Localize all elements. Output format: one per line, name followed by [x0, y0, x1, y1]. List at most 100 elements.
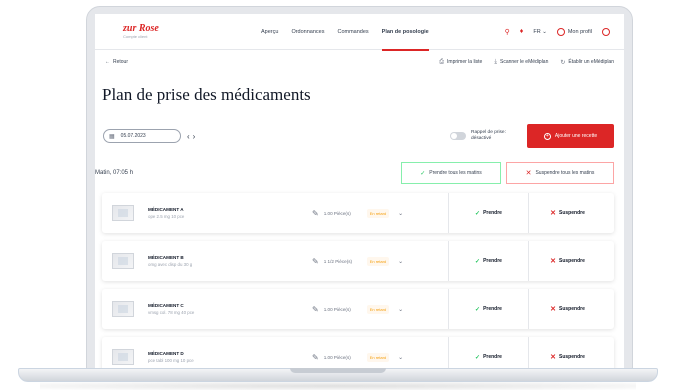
nav-ordonnances[interactable]: Ordonnances	[291, 14, 324, 50]
add-prescription-button[interactable]: + Ajouter une recette	[527, 124, 614, 148]
scan-emediplan-label: Scanner le eMédiplan	[500, 59, 549, 65]
medication-name: MÉDICAMENT B	[148, 255, 184, 260]
bell-icon[interactable]: ♦	[520, 28, 524, 35]
plus-circle-icon: +	[543, 132, 551, 140]
suspend-button[interactable]: ✕ Suspendre	[528, 241, 606, 281]
chevron-down-icon[interactable]: ⌄	[398, 210, 403, 217]
take-label: Prendre	[483, 354, 502, 360]
nav-right: ⚲ ♦ FR ⌄ Mon profil	[505, 27, 610, 36]
suspend-label: Suspendre	[559, 210, 585, 216]
download-icon: ⤓	[494, 58, 497, 65]
chevron-left-icon[interactable]: ‹	[187, 132, 190, 141]
suspend-button[interactable]: ✕ Suspendre	[528, 337, 606, 368]
nav-apercu[interactable]: Aperçu	[261, 14, 278, 50]
brand-logo[interactable]: zur Rose Compte client	[123, 23, 243, 40]
share-icon: ↻	[560, 59, 566, 66]
language-select[interactable]: FR ⌄	[533, 29, 546, 35]
status-badge: En retard	[366, 304, 390, 314]
print-list-button[interactable]: ⎙ Imprimer la liste	[439, 59, 482, 66]
edit-icon[interactable]: ✎	[312, 257, 319, 266]
reminder-label: Rappel de prise: désactivé	[471, 130, 506, 141]
medication-row: MÉDICAMENT B omg avec disp du 30 g ✎ 1 1…	[102, 241, 614, 281]
chevron-down-icon[interactable]: ⌄	[398, 258, 403, 265]
take-button[interactable]: ✓ Prendre	[448, 241, 528, 281]
suspend-label: Suspendre	[559, 354, 585, 360]
chevron-down-icon[interactable]: ⌄	[398, 306, 403, 313]
profile-label: Mon profil	[567, 28, 592, 35]
check-icon: ✓	[475, 258, 481, 265]
search-icon[interactable]: ⚲	[505, 28, 510, 36]
take-all-button[interactable]: ✓ Prendre tous les matins	[401, 162, 501, 184]
medication-quantity: 1 1/2 Pièce(s)	[323, 258, 353, 264]
suspend-button[interactable]: ✕ Suspendre	[528, 289, 606, 329]
take-all-label: Prendre tous les matins	[429, 170, 482, 176]
suspend-button[interactable]: ✕ Suspendre	[528, 193, 606, 233]
app-screen: zur Rose Compte client Aperçu Ordonnance…	[95, 14, 624, 368]
take-button[interactable]: ✓ Prendre	[448, 337, 528, 368]
section-actions: ✓ Prendre tous les matins ✕ Suspendre to…	[401, 162, 614, 184]
medication-detail: vmsg col. 78 mg 40 pce	[148, 310, 195, 315]
medication-row: MÉDICAMENT A ope 2.5 mg 10 pce ✎ 1.00 Pi…	[102, 193, 614, 233]
page-title: Plan de prise des médicaments	[102, 85, 311, 104]
medication-detail: ope 2.5 mg 10 pce	[148, 214, 185, 219]
user-icon	[556, 27, 565, 36]
medication-info: MÉDICAMENT C vmsg col. 78 mg 40 pce	[148, 303, 298, 315]
scan-emediplan-button[interactable]: ⤓ Scanner le eMédiplan	[494, 59, 548, 66]
take-label: Prendre	[483, 306, 502, 312]
suspend-label: Suspendre	[559, 306, 585, 312]
suspend-all-button[interactable]: ✕ Suspendre tous les matins	[506, 162, 614, 184]
logout-icon[interactable]	[602, 27, 610, 36]
top-navigation: zur Rose Compte client Aperçu Ordonnance…	[95, 14, 624, 51]
edit-icon[interactable]: ✎	[312, 305, 319, 314]
medication-row: MÉDICAMENT C vmsg col. 78 mg 40 pce ✎ 1.…	[102, 289, 614, 329]
reminder-toggle[interactable]	[450, 132, 466, 140]
nav-commandes[interactable]: Commandes	[337, 14, 368, 50]
close-icon: ✕	[525, 170, 532, 177]
suspend-all-label: Suspendre tous les matins	[535, 170, 595, 176]
laptop-shadow	[40, 382, 636, 390]
check-icon: ✓	[475, 354, 481, 361]
chevron-down-icon[interactable]: ⌄	[398, 354, 403, 361]
status-badge: En retard	[366, 208, 390, 218]
plan-controls: ▦ 05.07.2023 ‹ › Rappel de prise: désact…	[95, 122, 624, 150]
medication-meta: ✎ 1.00 Pièce(s) En retard ⌄	[312, 352, 448, 362]
nav-plan-de-posologie[interactable]: Plan de posologie	[381, 14, 429, 51]
take-button[interactable]: ✓ Prendre	[448, 193, 528, 233]
back-link[interactable]: ← Retour	[105, 59, 128, 65]
check-icon: ✓	[475, 210, 481, 217]
take-label: Prendre	[483, 210, 502, 216]
back-label: Retour	[113, 59, 129, 65]
edit-icon[interactable]: ✎	[312, 353, 319, 362]
close-icon: ✕	[550, 210, 557, 217]
medication-image	[112, 301, 134, 317]
date-picker[interactable]: ▦ 05.07.2023	[103, 129, 181, 143]
create-emediplan-button[interactable]: ↻ Établir un eMédiplan	[560, 59, 614, 66]
medication-info: MÉDICAMENT D pce tabl 100 mg 10 pce	[148, 351, 298, 363]
reminder-setting: Rappel de prise: désactivé	[450, 130, 511, 142]
medication-row: MÉDICAMENT D pce tabl 100 mg 10 pce ✎ 1.…	[102, 337, 614, 368]
medication-image	[112, 205, 134, 221]
page-toolbar: ← Retour ⎙ Imprimer la liste ⤓ Scanner l…	[95, 52, 624, 72]
toolbar-actions: ⎙ Imprimer la liste ⤓ Scanner le eMédipl…	[439, 59, 614, 66]
close-icon: ✕	[550, 354, 557, 361]
date-arrows: ‹ ›	[187, 132, 195, 141]
section-header: Matin, 07:05 h ✓ Prendre tous les matins…	[95, 162, 624, 184]
print-list-label: Imprimer la liste	[447, 59, 483, 65]
take-label: Prendre	[483, 258, 502, 264]
add-prescription-label: Ajouter une recette	[554, 133, 598, 139]
medication-detail: pce tabl 100 mg 10 pce	[148, 358, 194, 363]
medication-name: MÉDICAMENT A	[148, 207, 184, 212]
profile-link[interactable]: Mon profil	[556, 27, 592, 36]
take-button[interactable]: ✓ Prendre	[448, 289, 528, 329]
medication-image	[112, 253, 134, 269]
printer-icon: ⎙	[439, 58, 445, 65]
medication-info: MÉDICAMENT A ope 2.5 mg 10 pce	[148, 207, 298, 219]
device-mockup: zur Rose Compte client Aperçu Ordonnance…	[0, 0, 673, 392]
status-badge: En retard	[366, 352, 390, 362]
medication-detail: omg avec disp du 30 g	[148, 262, 193, 267]
edit-icon[interactable]: ✎	[312, 209, 319, 218]
arrow-left-icon: ←	[105, 59, 110, 65]
chevron-right-icon[interactable]: ›	[193, 132, 196, 141]
laptop-notch	[290, 368, 386, 373]
check-icon: ✓	[475, 306, 481, 313]
